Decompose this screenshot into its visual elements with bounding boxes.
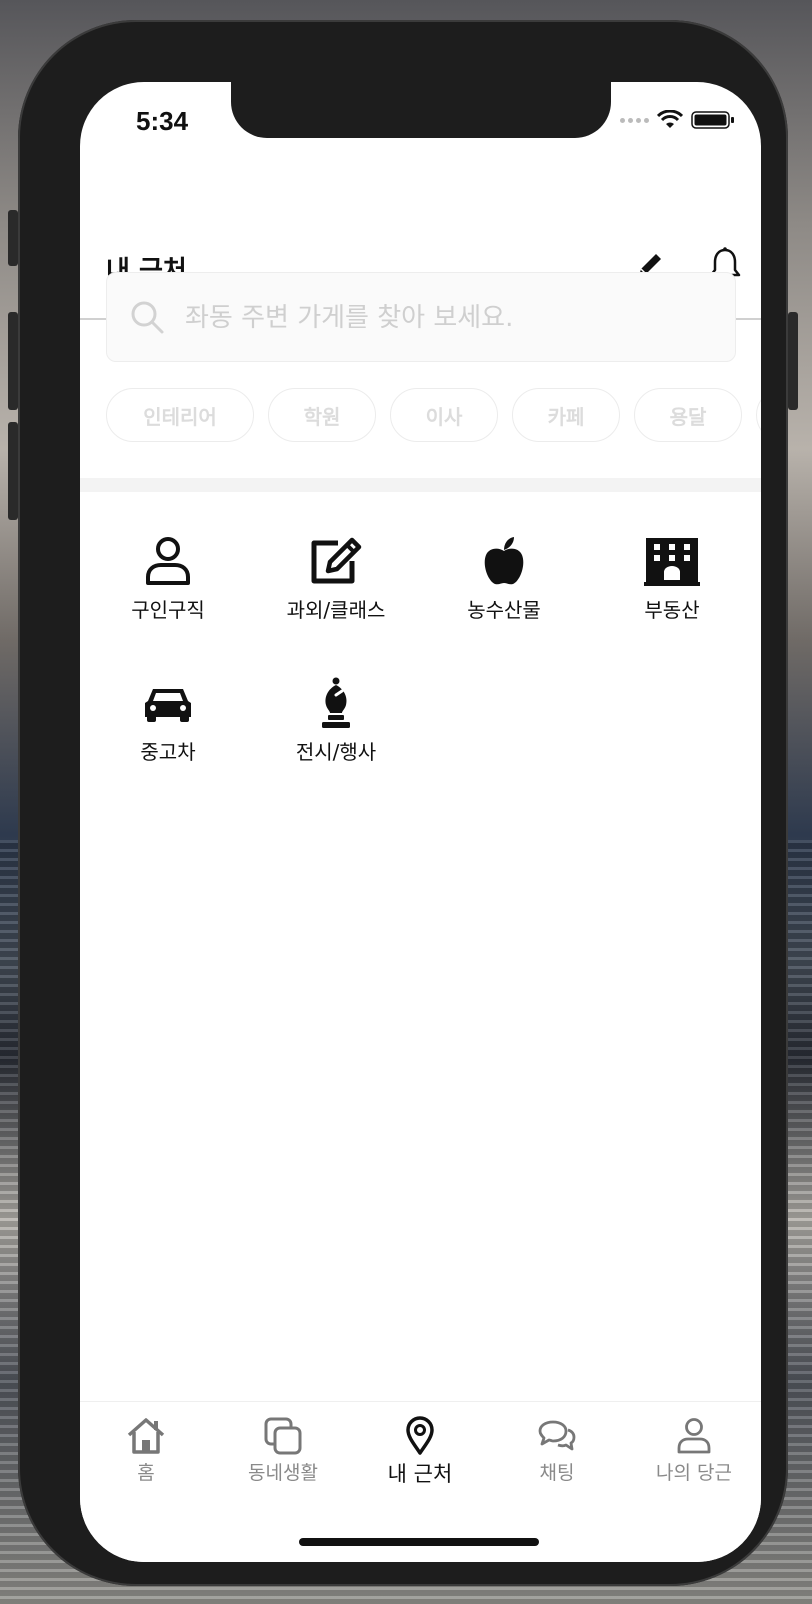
chip-cafe[interactable]: 카페	[512, 388, 620, 442]
signal-dots-icon	[620, 117, 649, 123]
chat-bubbles-icon	[538, 1420, 576, 1451]
location-pin-icon	[406, 1416, 434, 1455]
phone-frame: 5:34 내 근처 좌동 주변 가게를 찾아 보세요. 인테리어 학원 이사 카…	[8, 20, 798, 1586]
chip-interior[interactable]: 인테리어	[106, 388, 254, 442]
search-icon	[131, 301, 164, 334]
category-jobs[interactable]: 구인구직	[93, 532, 243, 623]
category-label: 전시/행사	[295, 740, 377, 764]
tab-my-carrot[interactable]: 나의 당근	[634, 1416, 754, 1485]
wifi-icon	[657, 110, 683, 128]
tab-label: 내 근처	[387, 1462, 453, 1486]
section-divider	[80, 478, 761, 492]
category-label: 농수산물	[467, 598, 541, 622]
tab-label: 나의 당근	[656, 1462, 732, 1484]
person-icon	[146, 537, 190, 585]
volume-down-button	[8, 422, 18, 520]
chip-truck[interactable]: 용달	[634, 388, 742, 442]
category-label: 구인구직	[131, 598, 205, 622]
category-events[interactable]: 전시/행사	[261, 674, 411, 765]
tab-community[interactable]: 동네생활	[223, 1416, 343, 1485]
building-icon	[644, 538, 700, 586]
battery-icon	[691, 111, 734, 129]
tab-home[interactable]: 홈	[86, 1416, 206, 1485]
apple-icon	[484, 537, 524, 585]
chip-academy[interactable]: 학원	[268, 388, 376, 442]
status-time: 5:34	[136, 106, 189, 136]
category-usedcar[interactable]: 중고차	[93, 674, 243, 765]
chess-bishop-icon	[322, 677, 350, 728]
category-class[interactable]: 과외/클래스	[261, 532, 411, 623]
chip-moving[interactable]: 이사	[390, 388, 498, 442]
car-icon	[145, 689, 191, 722]
category-realestate[interactable]: 부동산	[597, 532, 747, 623]
notch	[231, 82, 611, 138]
volume-up-button	[8, 312, 18, 410]
category-label: 과외/클래스	[286, 598, 386, 622]
category-chips: 인테리어 학원 이사 카페 용달	[106, 388, 761, 442]
user-icon	[677, 1418, 711, 1454]
power-button	[788, 312, 798, 410]
screen: 5:34 내 근처 좌동 주변 가게를 찾아 보세요. 인테리어 학원 이사 카…	[80, 82, 761, 1562]
tab-nearby[interactable]: 내 근처	[360, 1416, 480, 1488]
tab-label: 채팅	[539, 1462, 575, 1484]
chip-partial[interactable]	[756, 388, 761, 442]
category-label: 중고차	[140, 740, 196, 764]
category-label: 부동산	[644, 598, 700, 622]
tab-label: 동네생활	[248, 1462, 318, 1484]
tab-chat[interactable]: 채팅	[497, 1416, 617, 1485]
edit-square-icon	[311, 537, 362, 584]
bottom-tab-bar: 홈 동네생활 내 근처 채팅 나의 당근	[80, 1401, 761, 1562]
category-produce[interactable]: 농수산물	[429, 532, 579, 623]
home-indicator	[299, 1538, 539, 1546]
tab-label: 홈	[137, 1462, 155, 1484]
mute-switch	[8, 210, 18, 266]
copy-icon	[264, 1417, 302, 1455]
home-icon	[127, 1418, 165, 1454]
status-icons	[620, 110, 735, 130]
search-box[interactable]	[106, 272, 736, 363]
search-input[interactable]	[183, 273, 717, 363]
